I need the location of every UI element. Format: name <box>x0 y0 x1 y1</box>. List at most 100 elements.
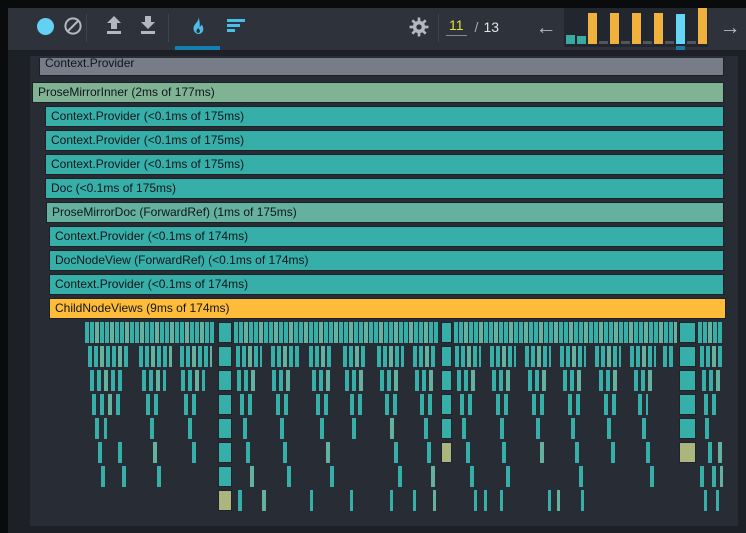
flame-bar[interactable] <box>504 322 508 343</box>
flame-bar[interactable] <box>210 346 212 367</box>
flame-bar[interactable] <box>251 370 255 391</box>
flame-bar[interactable] <box>139 346 143 367</box>
flame-bar[interactable] <box>218 490 232 511</box>
flame-bar[interactable] <box>659 322 663 343</box>
flame-bar[interactable] <box>679 394 696 415</box>
flame-bar[interactable] <box>455 346 459 367</box>
flame-bar[interactable] <box>218 370 232 391</box>
flame-bar[interactable] <box>312 370 316 391</box>
flame-bar[interactable] <box>399 322 403 343</box>
flame-bar[interactable] <box>489 322 493 343</box>
flame-bar[interactable] <box>184 394 188 415</box>
flame-bar[interactable] <box>170 322 174 343</box>
flame-bar[interactable] <box>648 346 652 367</box>
flame-bar[interactable] <box>240 394 244 415</box>
flame-bar[interactable] <box>239 322 243 343</box>
flame-bar[interactable] <box>531 346 535 367</box>
flame-bar[interactable] <box>160 322 164 343</box>
commit-bar[interactable] <box>610 13 619 44</box>
flame-bar[interactable] <box>248 394 252 415</box>
flame-bar[interactable] <box>708 322 712 343</box>
flame-bar[interactable] <box>415 370 419 391</box>
settings-button[interactable] <box>409 17 429 37</box>
flame-bar[interactable] <box>95 418 99 439</box>
flame-bar[interactable] <box>579 466 583 487</box>
flame-bar[interactable] <box>88 346 92 367</box>
flame-bar[interactable] <box>153 442 157 463</box>
flame-bar[interactable] <box>262 490 266 511</box>
flame-bar[interactable] <box>534 322 538 343</box>
flame-bar[interactable] <box>420 394 424 415</box>
flame-bar[interactable] <box>163 346 167 367</box>
flame-bar[interactable] <box>248 346 252 367</box>
flame-bar[interactable] <box>374 322 378 343</box>
flame-bar[interactable] <box>200 322 204 343</box>
flame-bar[interactable] <box>679 442 696 463</box>
flame-bar[interactable] <box>607 346 611 367</box>
flame-bar[interactable] <box>646 394 648 415</box>
flame-bar[interactable] <box>509 322 513 343</box>
flame-bar[interactable] <box>118 346 122 367</box>
flame-bar[interactable] <box>642 418 646 439</box>
flame-bar[interactable] <box>496 394 500 415</box>
flame-bar[interactable] <box>394 442 398 463</box>
flame-row[interactable]: Doc (<0.1ms of 175ms) <box>45 178 724 199</box>
flame-bar[interactable] <box>540 394 544 415</box>
flame-bar[interactable] <box>329 322 333 343</box>
flame-bar[interactable] <box>100 322 104 343</box>
flame-bar[interactable] <box>619 346 621 367</box>
flame-bar[interactable] <box>713 322 717 343</box>
flame-bar[interactable] <box>422 370 426 391</box>
flame-bar[interactable] <box>679 418 696 439</box>
flame-bar[interactable] <box>549 346 551 367</box>
flame-bar[interactable] <box>499 370 503 391</box>
flame-bar[interactable] <box>536 418 540 439</box>
flame-bar[interactable] <box>276 394 280 415</box>
flame-bar[interactable] <box>389 346 393 367</box>
flame-bar[interactable] <box>237 370 241 391</box>
next-commit-button[interactable]: → <box>716 12 744 44</box>
flame-bar[interactable] <box>151 346 155 367</box>
flame-bar[interactable] <box>650 466 654 487</box>
flame-bar[interactable] <box>614 322 618 343</box>
flame-bar[interactable] <box>98 442 102 463</box>
commit-bar[interactable] <box>632 13 641 44</box>
flame-bar[interactable] <box>441 370 452 391</box>
flame-bar[interactable] <box>218 442 232 463</box>
flame-bar[interactable] <box>244 370 248 391</box>
flame-bar[interactable] <box>380 370 384 391</box>
flame-bar[interactable] <box>185 322 189 343</box>
flame-bar[interactable] <box>563 370 567 391</box>
flame-bar[interactable] <box>716 490 719 511</box>
flame-row[interactable]: Context.Provider <box>39 58 724 76</box>
flame-bar[interactable] <box>441 346 452 367</box>
flame-bar[interactable] <box>557 490 560 511</box>
flame-bar[interactable] <box>502 346 506 367</box>
flame-bar[interactable] <box>243 418 247 439</box>
flame-bar[interactable] <box>474 322 478 343</box>
flame-bar[interactable] <box>544 322 548 343</box>
flame-bar[interactable] <box>431 466 435 487</box>
flame-bar[interactable] <box>718 346 722 367</box>
flame-bar[interactable] <box>295 346 299 367</box>
flame-bar[interactable] <box>566 346 570 367</box>
flame-bar[interactable] <box>125 322 129 343</box>
flame-bar[interactable] <box>674 322 677 343</box>
flame-bar[interactable] <box>130 322 134 343</box>
flame-bar[interactable] <box>594 322 598 343</box>
flame-bar[interactable] <box>612 394 616 415</box>
flame-bar[interactable] <box>361 346 365 367</box>
flame-bar[interactable] <box>314 322 318 343</box>
flame-row[interactable]: Context.Provider (<0.1ms of 175ms) <box>45 106 724 127</box>
flame-bar[interactable] <box>118 442 122 463</box>
flame-bar[interactable] <box>254 346 258 367</box>
flame-row[interactable]: ProseMirrorInner (2ms of 177ms) <box>32 82 724 103</box>
flame-bar[interactable] <box>441 322 452 343</box>
flame-bar[interactable] <box>718 322 722 343</box>
flame-bar[interactable] <box>100 394 104 415</box>
flame-bar[interactable] <box>641 370 645 391</box>
flame-bar[interactable] <box>570 370 574 391</box>
flame-bar[interactable] <box>624 322 628 343</box>
flame-bar[interactable] <box>579 322 583 343</box>
flame-bar[interactable] <box>429 370 433 391</box>
